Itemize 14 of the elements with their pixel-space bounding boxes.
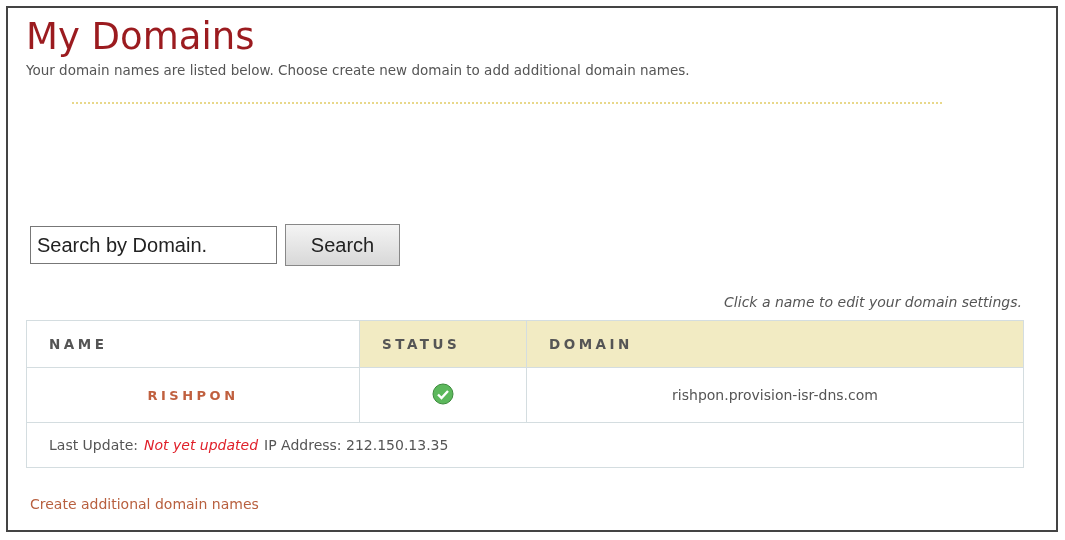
ip-address-text: IP Address: 212.150.13.35: [264, 437, 449, 453]
domain-text: rishpon.provision-isr-dns.com: [672, 387, 878, 403]
domain-name-link[interactable]: RISHPON: [147, 388, 239, 403]
page-description: Your domain names are listed below. Choose create new domain to add additional domain names.: [26, 62, 691, 78]
search-button[interactable]: Search: [285, 224, 400, 266]
page-title: My Domains: [26, 16, 256, 58]
column-header: STATUS: [359, 320, 527, 368]
update-value: Not yet updated: [144, 437, 259, 453]
create-domain-link[interactable]: Create additional domain names: [30, 496, 259, 512]
hint-text: Click a name to edit your domain settings.: [723, 294, 1022, 310]
update-label: Last Update:: [49, 437, 139, 453]
column-header: DOMAIN: [526, 320, 1024, 368]
search-field[interactable]: Search by Domain.: [30, 226, 277, 264]
column-header: NAME: [26, 320, 360, 368]
